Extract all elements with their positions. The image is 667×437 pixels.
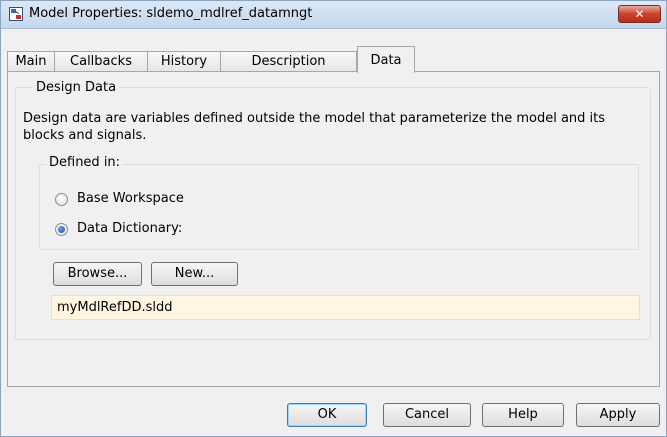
data-dictionary-radio[interactable] <box>55 223 68 236</box>
title-bar[interactable]: Model Properties: sldemo_mdlref_datamngt… <box>1 1 666 29</box>
new-button[interactable]: New... <box>151 262 238 286</box>
design-data-description: Design data are variables defined outsid… <box>23 111 606 143</box>
tab-data[interactable]: Data <box>357 46 415 73</box>
data-dictionary-label: Data Dictionary: <box>77 221 183 236</box>
browse-button[interactable]: Browse... <box>53 262 142 286</box>
defined-in-group <box>39 164 639 250</box>
simulink-model-icon <box>9 7 23 21</box>
window-title: Model Properties: sldemo_mdlref_datamngt <box>29 6 313 21</box>
cancel-button[interactable]: Cancel <box>383 403 471 427</box>
model-properties-dialog: Model Properties: sldemo_mdlref_datamngt… <box>0 0 667 437</box>
base-workspace-label: Base Workspace <box>77 191 184 206</box>
base-workspace-radio[interactable] <box>55 193 68 206</box>
data-dictionary-field[interactable]: myMdlRefDD.sldd <box>51 295 640 320</box>
tab-callbacks[interactable]: Callbacks <box>54 51 148 72</box>
radio-selected-dot <box>58 226 65 233</box>
close-button[interactable]: ✕ <box>618 5 661 23</box>
design-data-legend: Design Data <box>33 80 120 95</box>
tab-history[interactable]: History <box>147 51 221 72</box>
ok-button[interactable]: OK <box>287 403 367 427</box>
tab-description[interactable]: Description <box>220 51 357 72</box>
defined-in-legend: Defined in: <box>46 155 124 170</box>
help-button[interactable]: Help <box>482 403 564 427</box>
tab-main[interactable]: Main <box>7 51 55 72</box>
apply-button[interactable]: Apply <box>576 403 660 427</box>
